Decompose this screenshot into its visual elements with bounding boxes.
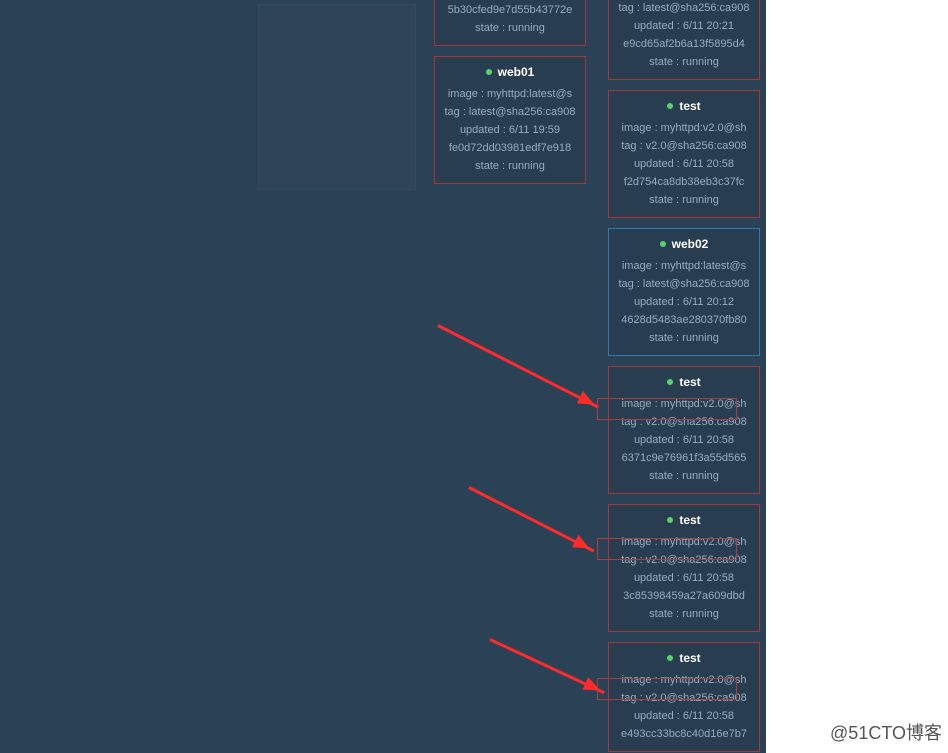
status-dot-icon: [486, 69, 492, 75]
arrow-icon: [437, 324, 599, 408]
hash-line: 5b30cfed9e7d55b43772e: [437, 1, 583, 19]
state-line: state : running: [611, 467, 757, 485]
container-card-test[interactable]: test image : myhttpd:v2.0@sh tag : v2.0@…: [608, 366, 760, 494]
status-dot-icon: [667, 103, 673, 109]
card-title: test: [611, 375, 757, 389]
updated-line: updated : 6/11 19:59: [437, 121, 583, 139]
updated-line: updated : 6/11 20:58: [611, 155, 757, 173]
image-line: image : myhttpd:latest@s: [611, 257, 757, 275]
state-line: state : running: [611, 53, 757, 71]
hash-line: 3c85398459a27a609dbd: [611, 587, 757, 605]
hash-line: f2d754ca8db38eb3c37fc: [611, 173, 757, 191]
hash-line: 4628d5483ae280370fb80: [611, 311, 757, 329]
tag-line: tag : v2.0@sha256:ca908: [611, 137, 757, 155]
hash-line: 6371c9e76961f3a55d565: [611, 449, 757, 467]
tag-line: tag : latest@sha256:ca908: [611, 0, 757, 17]
updated-line: updated : 6/11 20:58: [611, 707, 757, 725]
container-card-test[interactable]: test image : myhttpd:v2.0@sh tag : v2.0@…: [608, 90, 760, 218]
image-line: image : myhttpd:latest@s: [437, 85, 583, 103]
container-card-web02[interactable]: web02 image : myhttpd:latest@s tag : lat…: [608, 228, 760, 356]
hash-line: e493cc33bc8c40d16e7b7: [611, 725, 757, 743]
tag-line: tag : latest@sha256:ca908: [611, 275, 757, 293]
arrow-icon: [489, 638, 604, 694]
tag-line: tag : latest@sha256:ca908: [437, 103, 583, 121]
highlight-rect: [597, 398, 737, 420]
status-dot-icon: [667, 655, 673, 661]
image-line: image : myhttpd:v2.0@sh: [611, 119, 757, 137]
container-card[interactable]: 5b30cfed9e7d55b43772e state : running: [434, 0, 586, 46]
state-line: state : running: [611, 329, 757, 347]
status-dot-icon: [667, 517, 673, 523]
status-dot-icon: [660, 241, 666, 247]
state-line: state : running: [437, 19, 583, 37]
hash-line: e9cd65af2b6a13f5895d4: [611, 35, 757, 53]
updated-line: updated : 6/11 20:58: [611, 569, 757, 587]
updated-line: updated : 6/11 20:58: [611, 431, 757, 449]
highlight-rect: [597, 538, 737, 560]
state-line: state : running: [611, 605, 757, 623]
card-title: test: [611, 513, 757, 527]
card-title: web02: [611, 237, 757, 251]
arrow-icon: [468, 486, 594, 552]
state-line: state : running: [437, 157, 583, 175]
card-title: web01: [437, 65, 583, 79]
hash-line: fe0d72dd03981edf7e918: [437, 139, 583, 157]
updated-line: updated : 6/11 20:12: [611, 293, 757, 311]
empty-panel: [258, 4, 416, 190]
state-line: state : running: [611, 191, 757, 209]
column-right: tag : latest@sha256:ca908 updated : 6/11…: [608, 0, 760, 753]
card-title: test: [611, 99, 757, 113]
container-card-web01[interactable]: web01 image : myhttpd:latest@s tag : lat…: [434, 56, 586, 184]
container-card-test[interactable]: test image : myhttpd:v2.0@sh tag : v2.0@…: [608, 504, 760, 632]
column-mid: 5b30cfed9e7d55b43772e state : running we…: [434, 0, 586, 194]
status-dot-icon: [667, 379, 673, 385]
highlight-rect: [597, 678, 737, 700]
card-title: test: [611, 651, 757, 665]
watermark: @51CTO博客: [830, 719, 942, 745]
updated-line: updated : 6/11 20:21: [611, 17, 757, 35]
container-card[interactable]: tag : latest@sha256:ca908 updated : 6/11…: [608, 0, 760, 80]
